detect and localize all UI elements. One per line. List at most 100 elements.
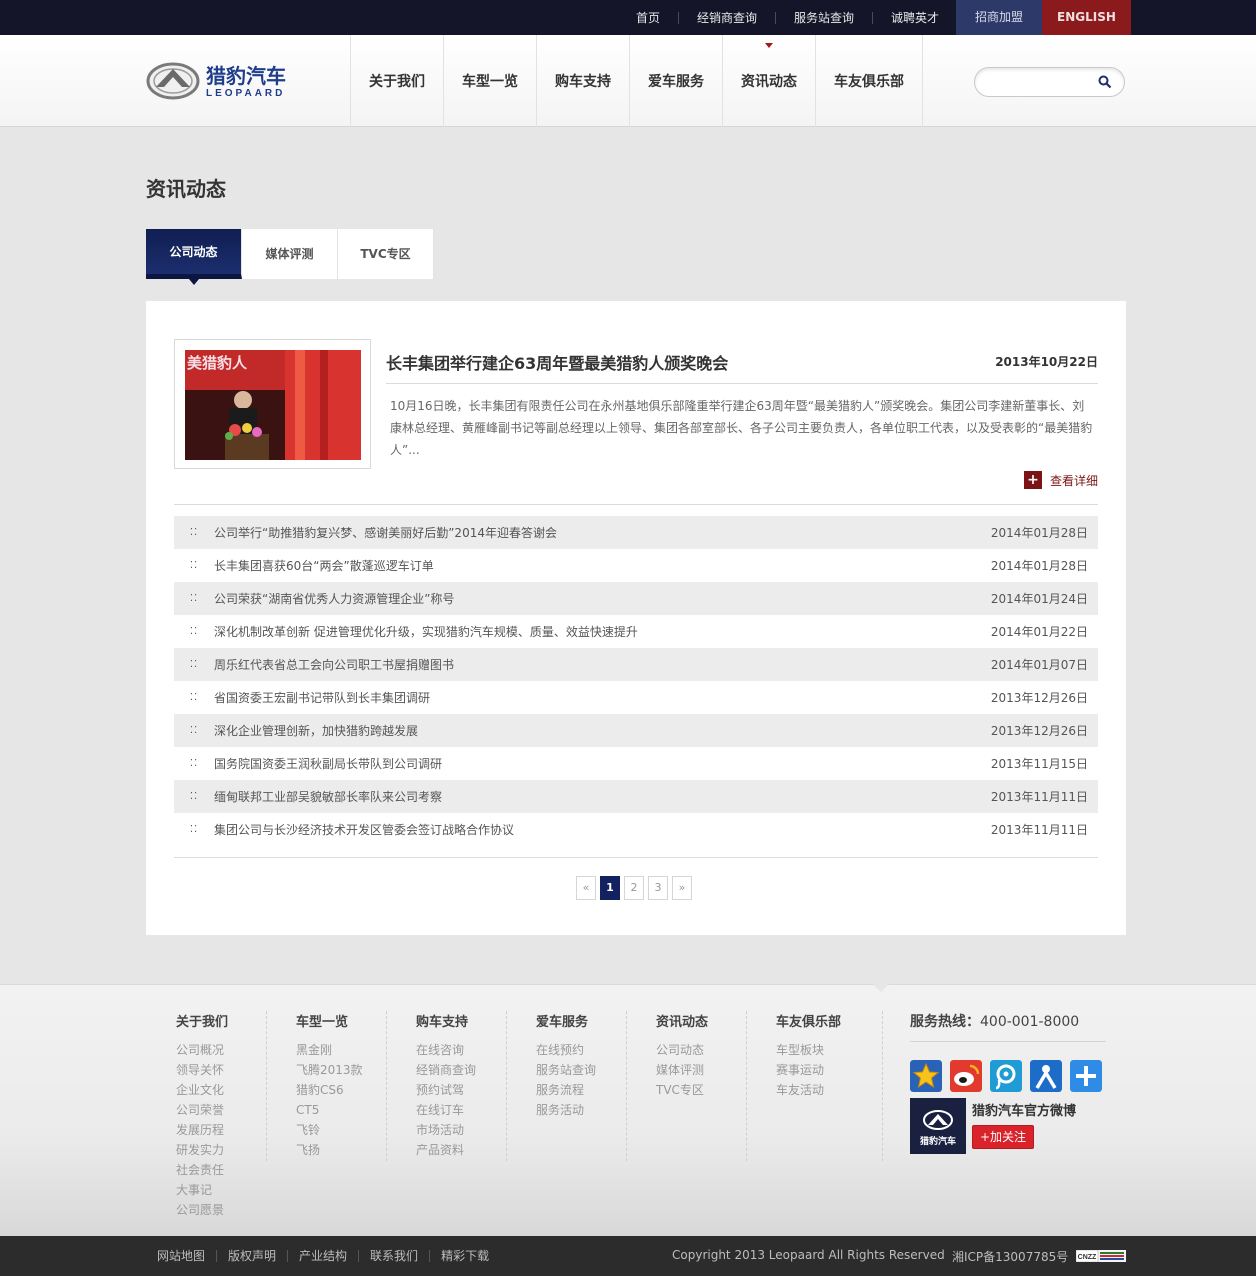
footer-col-title[interactable]: 关于我们 [176, 1011, 296, 1030]
footer-link[interactable]: 公司动态 [656, 1040, 776, 1060]
bottom-link-sitemap[interactable]: 网站地图 [146, 1250, 216, 1262]
footer-link[interactable]: 在线预约 [536, 1040, 656, 1060]
nav-service[interactable]: 爱车服务 [629, 35, 722, 127]
news-item[interactable]: ⁚⁚ 缅甸联邦工业部吴貌敏部长率队来公司考察 2013年11月11日 [174, 780, 1098, 813]
news-item[interactable]: ⁚⁚ 深化机制改革创新 促进管理优化升级，实现猎豹汽车规模、质量、效益快速提升 20… [174, 615, 1098, 648]
footer-link[interactable]: 公司愿景 [176, 1200, 296, 1220]
footer-link[interactable]: 猎豹CS6 [296, 1080, 416, 1100]
footer-link[interactable]: 经销商查询 [416, 1060, 536, 1080]
footer-col-title[interactable]: 车友俱乐部 [776, 1011, 896, 1030]
weibo-name[interactable]: 猎豹汽车官方微博 [972, 1100, 1076, 1119]
footer-link[interactable]: CT5 [296, 1100, 416, 1120]
tencent-weibo-icon[interactable] [990, 1060, 1022, 1092]
news-item[interactable]: ⁚⁚ 长丰集团喜获60台“两会”散蓬巡逻车订单 2014年01月28日 [174, 549, 1098, 582]
footer-col-title[interactable]: 购车支持 [416, 1011, 536, 1030]
footer-link[interactable]: 服务站查询 [536, 1060, 656, 1080]
pager-page-2[interactable]: 2 [624, 876, 644, 900]
english-button[interactable]: ENGLISH [1042, 0, 1131, 35]
news-date: 2013年11月15日 [990, 757, 1088, 771]
footer-col-title[interactable]: 车型一览 [296, 1011, 416, 1030]
cnzz-badge-icon[interactable]: CNZZ [1076, 1250, 1126, 1262]
view-details-link[interactable]: + 查看详细 [1023, 471, 1098, 489]
featured-thumbnail[interactable]: 美猎豹人 [174, 339, 371, 469]
footer-link[interactable]: 车友活动 [776, 1080, 896, 1100]
footer-link[interactable]: 公司荣誉 [176, 1100, 296, 1120]
pager-page-1[interactable]: 1 [600, 876, 620, 900]
footer-link[interactable]: 飞铃 [296, 1120, 416, 1140]
nav-club[interactable]: 车友俱乐部 [815, 35, 923, 127]
nav-about[interactable]: 关于我们 [350, 35, 443, 127]
footer-link[interactable]: 企业文化 [176, 1080, 296, 1100]
sina-weibo-icon[interactable] [950, 1060, 982, 1092]
news-item[interactable]: ⁚⁚ 省国资委王宏副书记带队到长丰集团调研 2013年12月26日 [174, 681, 1098, 714]
footer-link[interactable]: 社会责任 [176, 1160, 296, 1180]
news-item[interactable]: ⁚⁚ 深化企业管理创新，加快猎豹跨越发展 2013年12月26日 [174, 714, 1098, 747]
pager-page-3[interactable]: 3 [648, 876, 668, 900]
top-link-home[interactable]: 首页 [618, 12, 678, 24]
svg-text:LEOPAARD: LEOPAARD [206, 88, 285, 99]
share-plus-icon[interactable] [1070, 1060, 1102, 1092]
tab-media-review[interactable]: 媒体评测 [242, 229, 338, 279]
tab-tvc[interactable]: TVC专区 [338, 229, 434, 279]
follow-button[interactable]: +加关注 [972, 1125, 1034, 1149]
search-input[interactable] [987, 74, 1097, 90]
plus-icon: + [1023, 471, 1042, 489]
featured-title[interactable]: 长丰集团举行建企63周年暨最美猎豹人颁奖晚会 [386, 350, 728, 374]
news-item[interactable]: ⁚⁚ 公司荣获“湖南省优秀人力资源管理企业”称号 2014年01月24日 [174, 582, 1098, 615]
nav-purchase[interactable]: 购车支持 [536, 35, 629, 127]
footer-link[interactable]: 领导关怀 [176, 1060, 296, 1080]
footer-link[interactable]: 研发实力 [176, 1140, 296, 1160]
footer-link[interactable]: 服务流程 [536, 1080, 656, 1100]
tab-company-news[interactable]: 公司动态 [146, 229, 242, 285]
footer-link[interactable]: 飞扬 [296, 1140, 416, 1160]
nav-news[interactable]: 资讯动态 [722, 35, 815, 127]
logo[interactable]: 猎豹汽车 LEOPAARD [146, 61, 316, 101]
search-icon[interactable] [1098, 75, 1112, 89]
news-item[interactable]: ⁚⁚ 公司举行“助推猎豹复兴梦、感谢美丽好后勤”2014年迎春答谢会 2014年01… [174, 516, 1098, 549]
nav-models[interactable]: 车型一览 [443, 35, 536, 127]
footer-link[interactable]: 大事记 [176, 1180, 296, 1200]
news-title: 集团公司与长沙经济技术开发区管委会签订战略合作协议 [214, 823, 515, 837]
top-link-service[interactable]: 服务站查询 [775, 11, 872, 24]
weibo-avatar[interactable]: 猎豹汽车 [910, 1098, 966, 1154]
favorite-star-icon[interactable] [910, 1060, 942, 1092]
pager-next[interactable]: » [672, 876, 692, 900]
footer-link[interactable]: 发展历程 [176, 1120, 296, 1140]
news-item[interactable]: ⁚⁚ 周乐红代表省总工会向公司职工书屋捐赠图书 2014年01月07日 [174, 648, 1098, 681]
svg-text:美猎豹人: 美猎豹人 [187, 354, 248, 372]
renren-icon[interactable] [1030, 1060, 1062, 1092]
bottom-link-contact[interactable]: 联系我们 [358, 1250, 429, 1262]
news-item[interactable]: ⁚⁚ 国务院国资委王润秋副局长带队到公司调研 2013年11月15日 [174, 747, 1098, 780]
featured-summary: 10月16日晚，长丰集团有限责任公司在永州基地俱乐部隆重举行建企63周年暨“最美… [390, 399, 1093, 457]
svg-text:猎豹汽车: 猎豹汽车 [206, 64, 286, 88]
icp-number[interactable]: 湘ICP备13007785号 [952, 1248, 1068, 1265]
footer-link[interactable]: 黑金刚 [296, 1040, 416, 1060]
footer-link[interactable]: 在线订车 [416, 1100, 536, 1120]
top-link-dealer[interactable]: 经销商查询 [678, 11, 775, 24]
footer: 关于我们 公司概况 领导关怀 企业文化 公司荣誉 发展历程 研发实力 社会责任 … [0, 984, 1256, 1236]
content-panel: 美猎豹人 长丰集团举行建企63周年暨最美猎豹人颁奖晚会 2013年10月22日 … [146, 301, 1126, 935]
footer-link[interactable]: 产品资料 [416, 1140, 536, 1160]
news-date: 2014年01月28日 [990, 526, 1088, 540]
bottom-link-downloads[interactable]: 精彩下载 [429, 1250, 500, 1262]
footer-link[interactable]: 飞腾2013款 [296, 1060, 416, 1080]
pager-prev[interactable]: « [576, 876, 596, 900]
footer-link[interactable]: 预约试驾 [416, 1080, 536, 1100]
footer-col-club: 车友俱乐部 车型板块 赛事运动 车友活动 [776, 1011, 896, 1100]
footer-link[interactable]: 市场活动 [416, 1120, 536, 1140]
news-item[interactable]: ⁚⁚ 集团公司与长沙经济技术开发区管委会签订战略合作协议 2013年11月11日 [174, 813, 1098, 846]
footer-separator [626, 1011, 627, 1161]
bottom-link-structure[interactable]: 产业结构 [287, 1250, 358, 1262]
top-link-jobs[interactable]: 诚聘英才 [872, 11, 957, 24]
footer-link[interactable]: 车型板块 [776, 1040, 896, 1060]
footer-link[interactable]: 公司概况 [176, 1040, 296, 1060]
footer-link[interactable]: 服务活动 [536, 1100, 656, 1120]
footer-col-title[interactable]: 资讯动态 [656, 1011, 776, 1030]
footer-link[interactable]: 媒体评测 [656, 1060, 776, 1080]
bottom-link-copyright[interactable]: 版权声明 [216, 1250, 287, 1262]
footer-link[interactable]: TVC专区 [656, 1080, 776, 1100]
footer-link[interactable]: 赛事运动 [776, 1060, 896, 1080]
join-button[interactable]: 招商加盟 [956, 0, 1042, 35]
footer-link[interactable]: 在线咨询 [416, 1040, 536, 1060]
footer-col-title[interactable]: 爱车服务 [536, 1011, 656, 1030]
